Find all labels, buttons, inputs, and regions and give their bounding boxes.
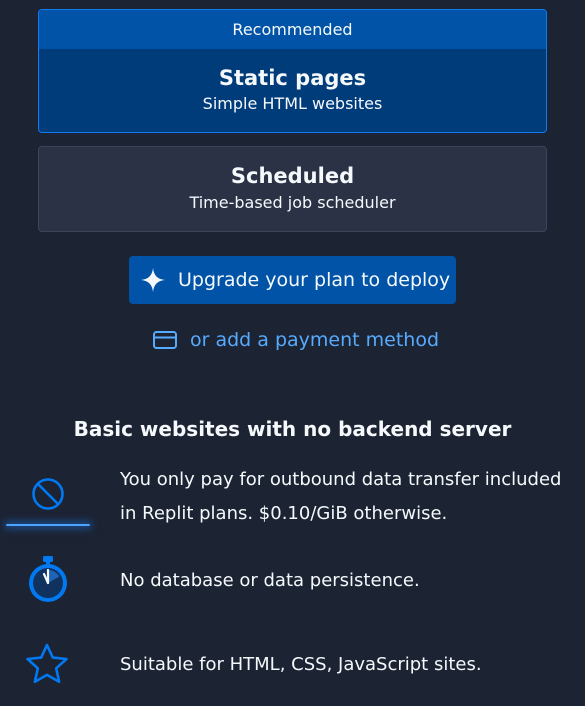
- feature-text-data-transfer: You only pay for outbound data transfer …: [120, 469, 562, 524]
- add-payment-method-label: or add a payment method: [190, 329, 440, 351]
- section-heading: Basic websites with no backend server: [73, 417, 512, 441]
- feature-underline: [6, 524, 90, 526]
- plan-subtitle: Simple HTML websites: [202, 94, 383, 113]
- star-icon: [26, 643, 68, 684]
- upgrade-plan-button[interactable]: Upgrade your plan to deploy: [129, 256, 456, 304]
- add-payment-method-link[interactable]: or add a payment method: [152, 326, 439, 354]
- feature-text-no-database: No database or data persistence.: [120, 570, 420, 591]
- feature-text-suitable-sites: Suitable for HTML, CSS, JavaScript sites…: [120, 654, 482, 675]
- stopwatch-icon: [29, 556, 67, 602]
- credit-card-icon: [153, 331, 177, 349]
- plan-title: Static pages: [218, 66, 367, 90]
- no-symbol-icon: [32, 478, 64, 510]
- sparkle-icon: [141, 268, 165, 292]
- upgrade-plan-label: Upgrade your plan to deploy: [178, 269, 451, 291]
- deployment-panel: Recommended Static pages Simple HTML web…: [0, 0, 585, 706]
- plan-card-scheduled[interactable]: Scheduled Time-based job scheduler: [38, 146, 547, 232]
- plan-card-static-pages[interactable]: Recommended Static pages Simple HTML web…: [38, 9, 547, 133]
- recommended-badge: Recommended: [39, 10, 546, 49]
- plan-title: Scheduled: [230, 164, 355, 188]
- plan-subtitle: Time-based job scheduler: [189, 193, 396, 212]
